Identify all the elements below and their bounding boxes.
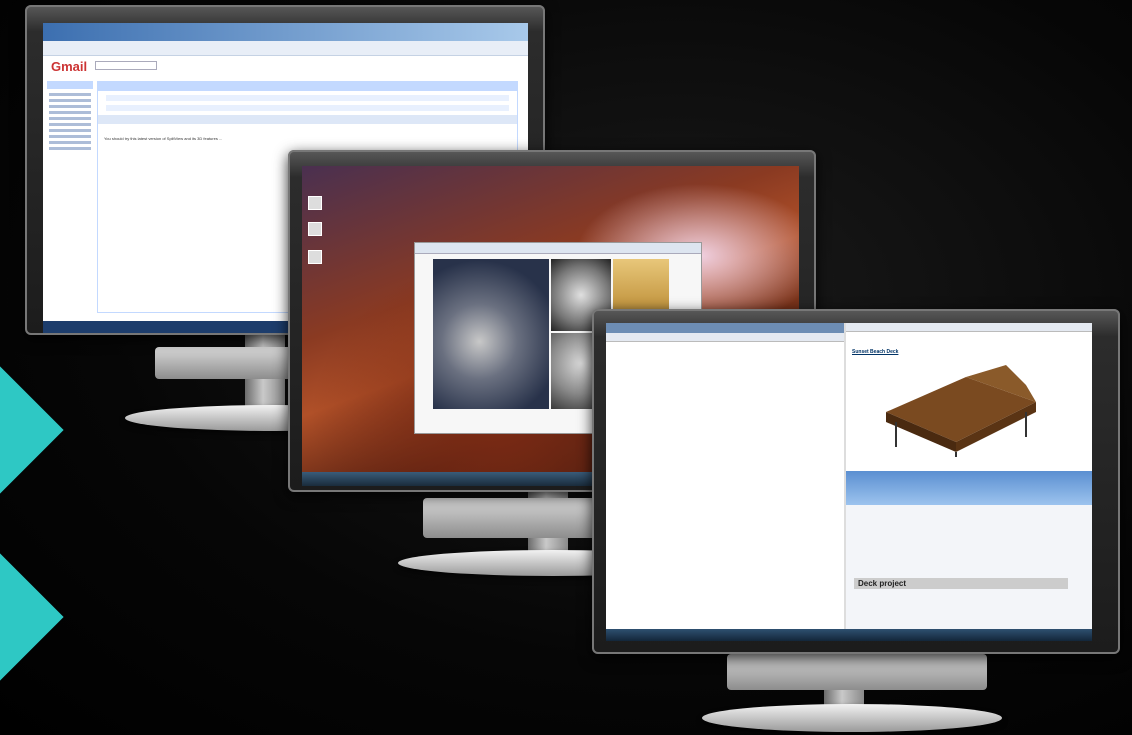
desktop-icon[interactable] bbox=[308, 196, 322, 210]
split-monitor: Sunset Beach Deck Deck project bbox=[592, 309, 1120, 732]
sidebar-item[interactable] bbox=[49, 105, 91, 108]
taskbar bbox=[606, 629, 1092, 641]
deck-page-title[interactable]: Sunset Beach Deck bbox=[852, 349, 898, 355]
compose-button-row[interactable] bbox=[98, 82, 517, 91]
browser-pane[interactable]: Sunset Beach Deck Deck project bbox=[846, 323, 1092, 641]
browser-titlebar bbox=[43, 23, 528, 41]
fasteners-photo-large bbox=[433, 259, 549, 409]
subject-field[interactable] bbox=[106, 105, 509, 111]
browser-toolbar bbox=[43, 41, 528, 56]
monitor-base bbox=[702, 704, 1002, 732]
sidebar-item[interactable] bbox=[49, 129, 91, 132]
sidebar-item[interactable] bbox=[49, 93, 91, 96]
desktop-icon[interactable] bbox=[308, 250, 322, 264]
editor-titlebar bbox=[606, 323, 844, 333]
desktop-icon[interactable] bbox=[308, 222, 322, 236]
message-body[interactable]: You should try this latest version of Sp… bbox=[104, 136, 222, 141]
window-titlebar[interactable] bbox=[415, 243, 701, 254]
chevron-arrow-lower bbox=[0, 553, 64, 681]
gmail-lower-window[interactable]: Deck project bbox=[846, 505, 1092, 629]
browser-toolbar[interactable] bbox=[846, 323, 1092, 332]
chevron-arrow-upper bbox=[0, 366, 64, 494]
gmail-sidebar bbox=[47, 81, 93, 313]
sidebar-item[interactable] bbox=[49, 117, 91, 120]
sidebar-item[interactable] bbox=[49, 135, 91, 138]
sidebar-item[interactable] bbox=[49, 111, 91, 114]
monitor-stand bbox=[727, 654, 987, 690]
deck-project-heading: Deck project bbox=[854, 578, 1068, 589]
windows-banner bbox=[846, 471, 1092, 505]
to-field[interactable] bbox=[106, 95, 509, 101]
split-screen[interactable]: Sunset Beach Deck Deck project bbox=[606, 323, 1092, 641]
text-editor-pane[interactable] bbox=[606, 323, 844, 641]
sidebar-item[interactable] bbox=[49, 147, 91, 150]
search-input[interactable] bbox=[95, 61, 157, 70]
sidebar-item[interactable] bbox=[49, 141, 91, 144]
compose-mail-button[interactable] bbox=[47, 81, 93, 89]
sidebar-item[interactable] bbox=[49, 123, 91, 126]
deck-diagram bbox=[876, 357, 1046, 457]
format-toolbar[interactable] bbox=[98, 115, 517, 124]
gmail-logo: Gmail bbox=[51, 59, 88, 74]
editor-menubar[interactable] bbox=[606, 333, 844, 342]
sidebar-item[interactable] bbox=[49, 99, 91, 102]
